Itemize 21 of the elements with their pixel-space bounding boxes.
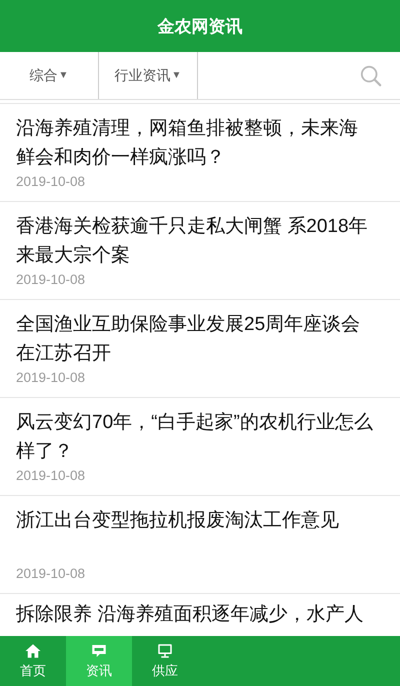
article-title: 风云变幻70年，“白手起家”的农机行业怎么样了？ <box>16 411 374 464</box>
article-title: 香港海关检获逾千只走私大闸蟹 系2018年来最大宗个案 <box>16 215 369 268</box>
article-item[interactable]: 全国渔业互助保险事业发展25周年座谈会在江苏召开 2019-10-08 <box>0 299 400 397</box>
article-date: 2019-10-08 <box>16 370 86 385</box>
monitor-icon <box>156 642 174 660</box>
article-item[interactable]: 风云变幻70年，“白手起家”的农机行业怎么样了？ 2019-10-08 <box>0 397 400 495</box>
article-date: 2019-10-08 <box>16 468 86 483</box>
article-item[interactable]: 拆除限养 沿海养殖面积逐年减少，水产人 <box>0 593 400 629</box>
search-icon[interactable] <box>360 64 382 86</box>
article-title: 全国渔业互助保险事业发展25周年座谈会在江苏召开 <box>16 313 362 366</box>
article-item[interactable]: 香港海关检获逾千只走私大闸蟹 系2018年来最大宗个案 2019-10-08 <box>0 201 400 299</box>
home-icon <box>24 642 42 660</box>
article-title: 拆除限养 沿海养殖面积逐年减少，水产人 <box>16 603 364 627</box>
article-title: 沿海养殖清理，网箱鱼排被整顿，未来海鲜会和肉价一样疯涨吗？ <box>16 117 359 170</box>
article-date: 2019-10-08 <box>16 566 86 581</box>
article-title: 浙江出台变型拖拉机报废淘汰工作意见 <box>16 509 340 533</box>
page-title: 金农网资讯 <box>158 16 242 38</box>
article-date: 2019-10-08 <box>16 272 86 287</box>
article-date: 2019-10-08 <box>16 174 86 189</box>
article-item[interactable]: 沿海养殖清理，网箱鱼排被整顿，未来海鲜会和肉价一样疯涨吗？ 2019-10-08 <box>0 103 400 201</box>
article-item[interactable]: 浙江出台变型拖拉机报废淘汰工作意见 2019-10-08 <box>0 495 400 593</box>
